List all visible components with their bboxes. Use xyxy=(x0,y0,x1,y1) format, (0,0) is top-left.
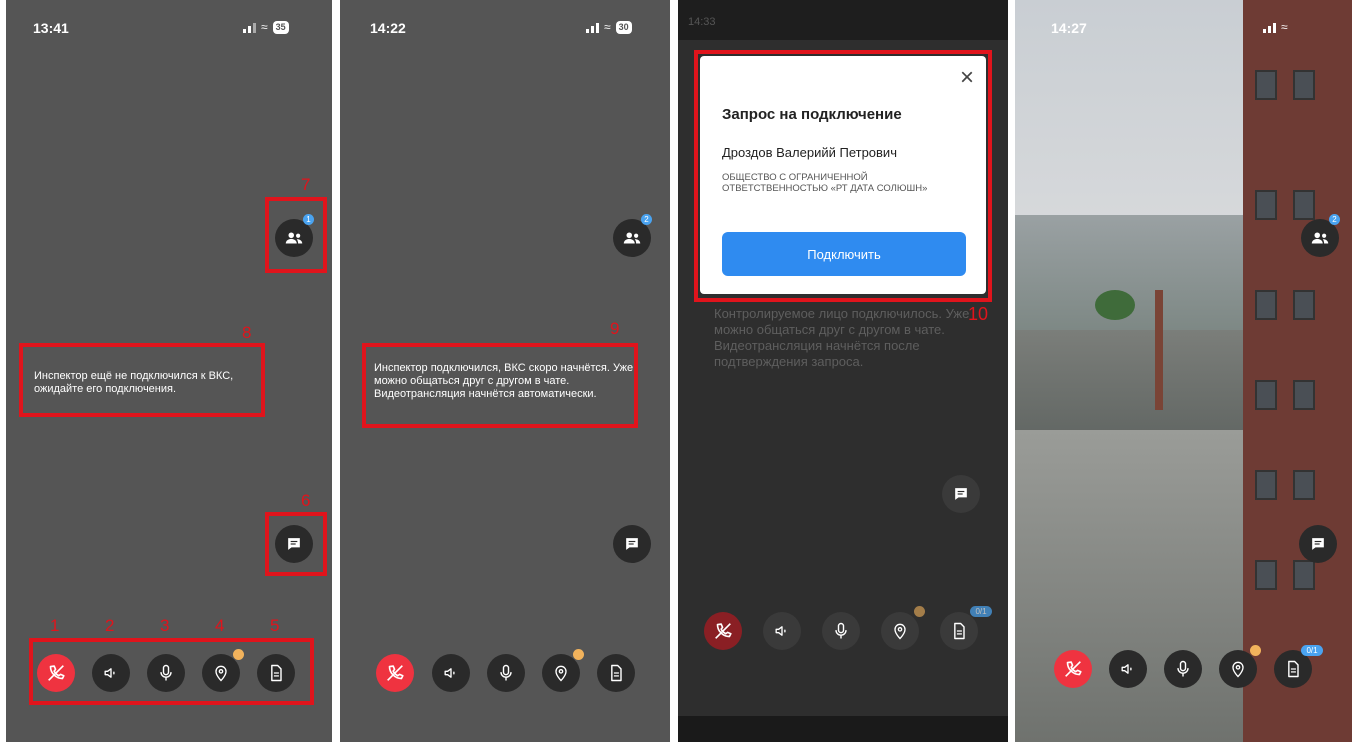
phone-screen-video-stream: 14:27 ≈ 2 0/1 xyxy=(1015,0,1352,742)
end-call-icon xyxy=(384,662,406,684)
wifi-icon: ≈ xyxy=(1281,20,1288,34)
end-call-icon xyxy=(1062,658,1084,680)
chat-icon xyxy=(622,534,642,554)
microphone-button[interactable] xyxy=(487,654,525,692)
video-sky xyxy=(1015,0,1255,250)
annotation-1: 1 xyxy=(50,616,60,635)
annotation-6: 6 xyxy=(301,491,311,510)
participants-count-badge: 2 xyxy=(1329,214,1340,225)
highlight-message xyxy=(362,343,638,428)
end-call-icon xyxy=(712,620,734,642)
annotation-3: 3 xyxy=(160,616,170,635)
document-icon xyxy=(949,621,969,641)
highlight-toolbar xyxy=(29,638,314,705)
video-parking-garage xyxy=(1015,430,1255,742)
annotation-8: 8 xyxy=(242,323,252,342)
chat-button[interactable] xyxy=(942,475,980,513)
end-call-button[interactable] xyxy=(1054,650,1092,688)
battery-icon: 35 xyxy=(272,20,289,34)
annotation-5: 5 xyxy=(270,616,280,635)
speaker-button[interactable] xyxy=(432,654,470,692)
speaker-icon xyxy=(1118,659,1138,679)
highlight-dialog xyxy=(694,50,992,302)
video-city xyxy=(1015,215,1255,345)
status-message: Контролируемое лицо подключилось. Уже мо… xyxy=(714,306,970,369)
phone-screen-waiting: 13:41 ≈ 35 1 Инспектор ещё не подключилс… xyxy=(6,0,332,742)
location-badge xyxy=(914,606,925,617)
documents-count-badge: 0/1 xyxy=(1301,645,1323,656)
document-icon xyxy=(606,663,626,683)
battery-icon: 30 xyxy=(615,20,632,34)
system-nav-bar xyxy=(678,716,1008,742)
signal-icon xyxy=(243,21,256,33)
location-icon xyxy=(890,621,910,641)
location-button[interactable] xyxy=(542,654,580,692)
microphone-icon xyxy=(1173,659,1193,679)
status-time: 13:41 xyxy=(33,20,69,36)
participants-icon xyxy=(1309,227,1331,249)
annotation-2: 2 xyxy=(105,616,115,635)
microphone-icon xyxy=(496,663,516,683)
video-trees xyxy=(1095,290,1135,320)
status-time: 14:27 xyxy=(1051,20,1087,36)
status-icons: ≈ 35 xyxy=(243,20,289,34)
documents-button[interactable] xyxy=(597,654,635,692)
speaker-icon xyxy=(772,621,792,641)
signal-icon xyxy=(586,21,599,33)
video-brick-tower xyxy=(1243,0,1352,742)
phone-screen-inspector-connected: 14:22 ≈ 30 2 Инспектор подключился, ВКС … xyxy=(340,0,670,742)
status-icons: ≈ xyxy=(1263,20,1288,34)
highlight-participants xyxy=(265,197,327,273)
end-call-button[interactable] xyxy=(376,654,414,692)
document-icon xyxy=(1283,659,1303,679)
annotation-7: 7 xyxy=(301,175,311,194)
location-icon xyxy=(1228,659,1248,679)
documents-button[interactable] xyxy=(940,612,978,650)
location-badge xyxy=(573,649,584,660)
annotation-10: 10 xyxy=(968,304,989,324)
microphone-icon xyxy=(831,621,851,641)
speaker-button[interactable] xyxy=(763,612,801,650)
speaker-button[interactable] xyxy=(1109,650,1147,688)
highlight-chat xyxy=(265,512,327,576)
video-chimney xyxy=(1155,290,1163,410)
wifi-icon: ≈ xyxy=(604,20,611,34)
status-time: 14:22 xyxy=(370,20,406,36)
location-badge xyxy=(1250,645,1261,656)
annotation-4: 4 xyxy=(215,616,225,635)
signal-icon xyxy=(1263,21,1276,33)
phone-screen-connection-request: 14:33 Контролируемое лицо подключилось. … xyxy=(678,0,1008,742)
microphone-button[interactable] xyxy=(822,612,860,650)
status-time: 14:33 xyxy=(688,16,716,28)
participants-icon xyxy=(621,227,643,249)
location-icon xyxy=(551,663,571,683)
speaker-icon xyxy=(441,663,461,683)
annotation-9: 9 xyxy=(610,319,620,338)
highlight-message xyxy=(19,343,265,417)
chat-icon xyxy=(951,484,971,504)
status-icons: ≈ 30 xyxy=(586,20,632,34)
chat-button[interactable] xyxy=(613,525,651,563)
location-button[interactable] xyxy=(1219,650,1257,688)
chat-button[interactable] xyxy=(1299,525,1337,563)
microphone-button[interactable] xyxy=(1164,650,1202,688)
documents-count-badge: 0/1 xyxy=(970,606,992,617)
status-bar: 14:33 xyxy=(678,0,1008,40)
location-button[interactable] xyxy=(881,612,919,650)
participants-count-badge: 2 xyxy=(641,214,652,225)
chat-icon xyxy=(1308,534,1328,554)
wifi-icon: ≈ xyxy=(261,20,268,34)
end-call-button[interactable] xyxy=(704,612,742,650)
